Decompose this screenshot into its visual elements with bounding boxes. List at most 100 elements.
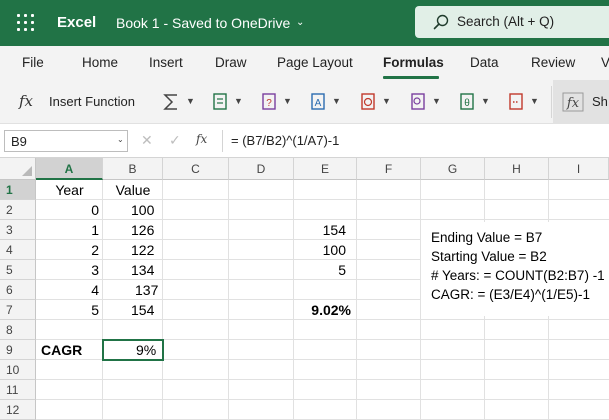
cell-e3[interactable]: 154 <box>294 220 346 240</box>
document-title[interactable]: Book 1 - Saved to OneDrive <box>116 15 290 31</box>
date-time-icon[interactable] <box>360 92 376 112</box>
chevron-down-icon[interactable]: ⌄ <box>117 135 124 144</box>
logical-icon[interactable]: ? <box>261 92 277 112</box>
chevron-down-icon[interactable]: ▼ <box>283 96 292 106</box>
cell-a1[interactable]: Year <box>36 180 103 200</box>
row-header-6[interactable]: 6 <box>0 280 36 300</box>
column-header-f[interactable]: F <box>357 158 421 180</box>
cell-b2[interactable]: 100 <box>131 200 161 220</box>
tab-draw[interactable]: Draw <box>215 55 247 70</box>
ribbon: fx Insert Function ▼ ▼ ? ▼ A ▼ ▼ ▼ θ ▼ ▼… <box>0 80 609 124</box>
more-functions-icon[interactable] <box>508 92 524 112</box>
column-header-e[interactable]: E <box>294 158 357 180</box>
chevron-down-icon[interactable]: ▼ <box>382 96 391 106</box>
cell-a6[interactable]: 4 <box>36 280 99 300</box>
column-header-g[interactable]: G <box>421 158 485 180</box>
svg-text:θ: θ <box>464 98 470 109</box>
ribbon-divider <box>551 86 552 118</box>
formula-bar-divider <box>222 130 223 152</box>
cell-a2[interactable]: 0 <box>36 200 99 220</box>
cell-e4[interactable]: 100 <box>294 240 346 260</box>
cell-a4[interactable]: 2 <box>36 240 99 260</box>
search-icon <box>433 14 449 30</box>
formula-bar: B9 ⌄ ✕ ✓ fx = (B7/B2)^(1/A7)-1 <box>0 124 609 158</box>
row-header-8[interactable]: 8 <box>0 320 36 340</box>
formula-input[interactable]: = (B7/B2)^(1/A7)-1 <box>231 133 339 148</box>
chevron-down-icon[interactable]: ▼ <box>186 96 195 106</box>
tab-file[interactable]: File <box>22 55 44 70</box>
cell-e5[interactable]: 5 <box>294 260 346 280</box>
cell-b7[interactable]: 154 <box>131 300 161 320</box>
row-header-3[interactable]: 3 <box>0 220 36 240</box>
cell-b5[interactable]: 134 <box>131 260 161 280</box>
tab-view[interactable]: V <box>601 55 609 70</box>
function-icon[interactable]: fx <box>19 92 33 110</box>
cancel-icon[interactable]: ✕ <box>141 132 153 149</box>
cell-b4[interactable]: 122 <box>131 240 161 260</box>
row-header-5[interactable]: 5 <box>0 260 36 280</box>
svg-text:?: ? <box>266 98 272 109</box>
chevron-down-icon[interactable]: ▼ <box>332 96 341 106</box>
show-formulas-label[interactable]: Sh <box>592 94 608 109</box>
chevron-down-icon[interactable]: ▼ <box>530 96 539 106</box>
cell-b3[interactable]: 126 <box>131 220 161 240</box>
row-header-9[interactable]: 9 <box>0 340 36 360</box>
insert-function-icon[interactable]: fx <box>196 132 207 146</box>
cell-e7[interactable]: 9.02% <box>294 300 351 320</box>
gridline <box>162 180 163 420</box>
note-years: # Years: = COUNT(B2:B7) -1 <box>431 268 605 283</box>
note-starting-value: Starting Value = B2 <box>431 249 547 264</box>
gridline <box>228 180 229 420</box>
row-header-2[interactable]: 2 <box>0 200 36 220</box>
column-header-b[interactable]: B <box>103 158 163 180</box>
tab-review[interactable]: Review <box>531 55 575 70</box>
active-cell-outline <box>102 339 164 361</box>
spreadsheet-grid[interactable]: A B C D E F G H I 1 2 3 4 5 6 7 8 9 10 1… <box>0 158 609 420</box>
tab-formulas[interactable]: Formulas <box>383 55 444 70</box>
gridline <box>36 379 609 380</box>
search-box[interactable]: Search (Alt + Q) <box>415 6 609 38</box>
autosum-icon[interactable] <box>162 92 180 112</box>
column-header-c[interactable]: C <box>163 158 229 180</box>
enter-icon[interactable]: ✓ <box>169 132 181 149</box>
cell-a9[interactable]: CAGR <box>41 340 101 360</box>
cell-a3[interactable]: 1 <box>36 220 99 240</box>
app-launcher-icon[interactable] <box>16 13 36 33</box>
insert-function-button[interactable]: Insert Function <box>49 94 135 109</box>
cell-b6[interactable]: 137 <box>135 280 163 300</box>
cell-b1[interactable]: Value <box>103 180 163 200</box>
chevron-down-icon[interactable]: ⌄ <box>296 17 304 28</box>
row-header-7[interactable]: 7 <box>0 300 36 320</box>
recently-used-icon[interactable] <box>212 92 228 112</box>
cell-a5[interactable]: 3 <box>36 260 99 280</box>
gridline <box>36 399 609 400</box>
column-header-d[interactable]: D <box>229 158 294 180</box>
tab-insert[interactable]: Insert <box>149 55 183 70</box>
chevron-down-icon[interactable]: ▼ <box>432 96 441 106</box>
active-tab-indicator <box>383 76 439 79</box>
chevron-down-icon[interactable]: ▼ <box>481 96 490 106</box>
cell-a7[interactable]: 5 <box>36 300 99 320</box>
search-input[interactable]: Search (Alt + Q) <box>457 14 554 29</box>
row-header-11[interactable]: 11 <box>0 380 36 400</box>
row-header-12[interactable]: 12 <box>0 400 36 420</box>
row-header-10[interactable]: 10 <box>0 360 36 380</box>
column-header-a[interactable]: A <box>36 158 103 180</box>
note-cagr: CAGR: = (E3/E4)^(1/E5)-1 <box>431 287 591 302</box>
text-icon[interactable]: A <box>310 92 326 112</box>
select-all-corner[interactable] <box>0 158 36 180</box>
tab-page-layout[interactable]: Page Layout <box>277 55 353 70</box>
column-header-h[interactable]: H <box>485 158 549 180</box>
row-header-1[interactable]: 1 <box>0 180 36 200</box>
menu-tabs: File Home Insert Draw Page Layout Formul… <box>0 46 609 80</box>
chevron-down-icon[interactable]: ▼ <box>234 96 243 106</box>
tab-data[interactable]: Data <box>470 55 499 70</box>
app-name: Excel <box>57 14 97 31</box>
tab-home[interactable]: Home <box>82 55 118 70</box>
row-header-4[interactable]: 4 <box>0 240 36 260</box>
math-trig-icon[interactable]: θ <box>459 92 475 112</box>
name-box[interactable]: B9 <box>4 130 128 152</box>
lookup-icon[interactable] <box>410 92 426 112</box>
column-header-i[interactable]: I <box>549 158 609 180</box>
title-bar: Excel Book 1 - Saved to OneDrive ⌄ Searc… <box>0 0 609 46</box>
